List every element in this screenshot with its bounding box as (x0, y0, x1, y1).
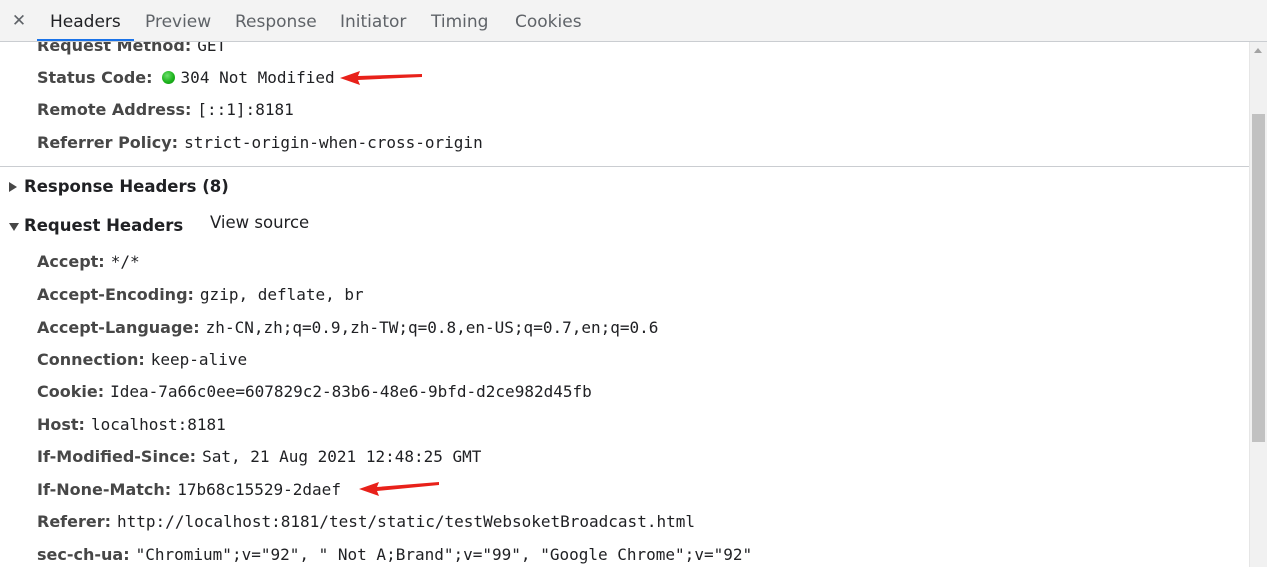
section-divider (0, 166, 1249, 167)
header-name: Accept: (37, 252, 105, 271)
close-icon[interactable]: ✕ (9, 8, 29, 34)
header-value: GET (197, 42, 227, 55)
tab-headers[interactable]: Headers (37, 0, 134, 41)
header-name: Referrer Policy: (37, 133, 179, 152)
request-header-row: sec-ch-ua: "Chromium";v="92", " Not A;Bra… (37, 542, 752, 567)
request-headers-toggle[interactable]: Request Headers (0, 213, 184, 239)
header-value: zh-CN,zh;q=0.9,zh-TW;q=0.8,en-US;q=0.7,e… (205, 318, 659, 337)
header-value: [::1]:8181 (197, 100, 294, 119)
tab-cookies[interactable]: Cookies (515, 0, 582, 41)
header-value: "Chromium";v="92", " Not A;Brand";v="99"… (135, 545, 753, 564)
status-ok-icon (161, 71, 175, 84)
request-header-row: Host: localhost:8181 (37, 412, 226, 438)
header-value: 304 Not Modified (180, 68, 335, 87)
header-value: Idea-7a66c0ee=607829c2-83b6-48e6-9bfd-d2… (110, 382, 592, 401)
request-header-row: Accept-Language: zh-CN,zh;q=0.9,zh-TW;q=0… (37, 315, 658, 341)
header-name: sec-ch-ua: (37, 545, 130, 564)
vertical-scrollbar[interactable] (1249, 42, 1267, 567)
annotation-arrow-status (340, 71, 422, 85)
tab-initiator[interactable]: Initiator (340, 0, 406, 41)
header-name: Accept-Language: (37, 318, 200, 337)
header-name: Referer: (37, 512, 112, 531)
tab-timing[interactable]: Timing (431, 0, 488, 41)
header-value: gzip, deflate, br (199, 285, 364, 304)
general-row-request-method: Request Method: GET (37, 42, 226, 59)
request-header-row: Referer: http://localhost:8181/test/stati… (37, 509, 695, 535)
header-value: keep-alive (150, 350, 248, 369)
header-value: strict-origin-when-cross-origin (184, 133, 483, 152)
header-name: If-Modified-Since: (37, 447, 197, 466)
section-title: Request Headers (24, 216, 184, 235)
header-name: If-None-Match: (37, 480, 172, 499)
response-headers-toggle[interactable]: Response Headers (8) (0, 174, 260, 200)
general-row-remote-address: Remote Address: [::1]:8181 (37, 97, 294, 123)
general-row-status-code: Status Code: 304 Not Modified (37, 65, 335, 91)
section-title: Response Headers (8) (24, 177, 229, 196)
arrow-shape (340, 71, 422, 85)
tab-response[interactable]: Response (235, 0, 317, 41)
request-header-row: If-None-Match: 17b68c15529-2daef (37, 477, 341, 503)
header-name: Status Code: (37, 68, 153, 87)
header-value: */* (110, 252, 140, 271)
tab-preview[interactable]: Preview (145, 0, 211, 41)
arrow-shape (359, 482, 439, 496)
header-name: Accept-Encoding: (37, 285, 194, 304)
request-header-row: Accept: */* (37, 249, 140, 275)
request-header-row: Cookie: Idea-7a66c0ee=607829c2-83b6-48e6-… (37, 379, 592, 405)
header-value: 17b68c15529-2daef (177, 480, 341, 499)
request-header-row: Accept-Encoding: gzip, deflate, br (37, 282, 364, 308)
header-name: Request Method: (37, 42, 192, 55)
request-header-row: Connection: keep-alive (37, 347, 247, 373)
scroll-thumb[interactable] (1252, 114, 1265, 442)
header-value: http://localhost:8181/test/static/testWe… (117, 512, 695, 531)
view-source-link[interactable]: View source (210, 213, 309, 232)
expand-triangle-icon (9, 182, 17, 192)
collapse-triangle-icon (9, 223, 19, 231)
request-header-row: If-Modified-Since: Sat, 21 Aug 2021 12:48… (37, 444, 481, 470)
header-name: Cookie: (37, 382, 105, 401)
scroll-up-arrow-icon[interactable] (1254, 48, 1262, 53)
devtools-tab-bar: ✕ Headers Preview Response Initiator Tim… (0, 0, 1267, 42)
header-name: Remote Address: (37, 100, 192, 119)
header-name: Connection: (37, 350, 145, 369)
annotation-arrow-if-none-match (359, 482, 439, 496)
header-value: Sat, 21 Aug 2021 12:48:25 GMT (202, 447, 482, 466)
header-value: localhost:8181 (90, 415, 226, 434)
headers-panel: Request Method: GET Status Code: 304 Not M… (0, 42, 1249, 567)
general-row-referrer-policy: Referrer Policy: strict-origin-when-cross… (37, 130, 483, 156)
header-name: Host: (37, 415, 85, 434)
